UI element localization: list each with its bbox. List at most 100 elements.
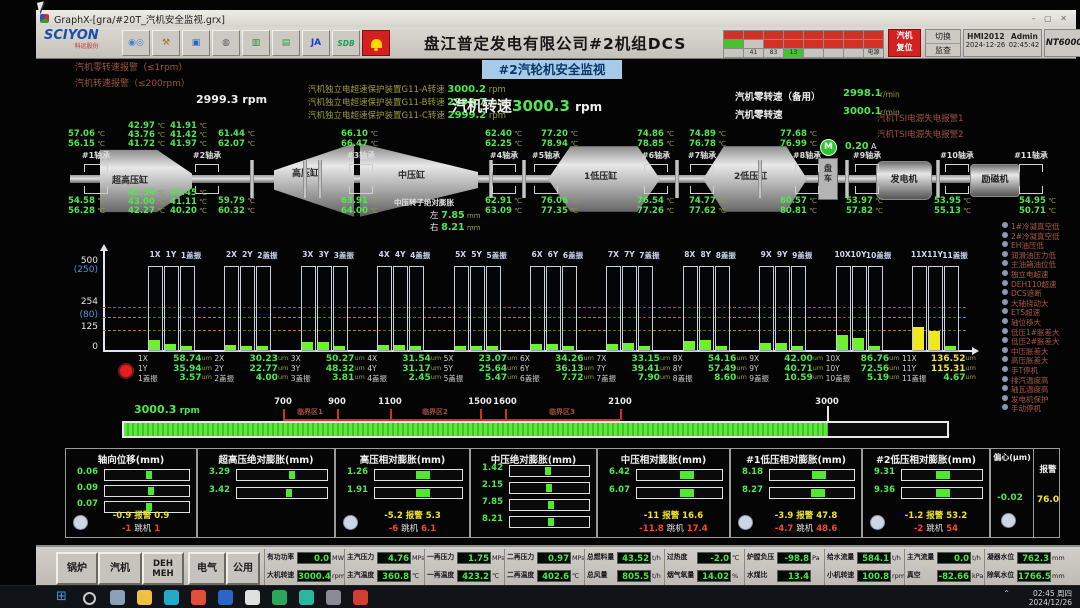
start-button[interactable]: ⊞ — [56, 590, 71, 605]
app-icon-white[interactable] — [245, 590, 260, 605]
display-icon[interactable]: ▥ — [242, 30, 270, 56]
bearing-label: #1轴承 — [79, 150, 113, 161]
footer-nav-common[interactable]: 公用 — [226, 552, 260, 585]
app-icon-gray[interactable] — [326, 590, 341, 605]
speed-tick-label: 1600 — [489, 397, 521, 407]
footer-param-bottom: 小机转速100.8rpm — [827, 568, 907, 583]
vib-value-cell: 10Y72.56 um — [826, 364, 900, 374]
vib-value-cell: 11盖振4.67 um — [902, 373, 976, 384]
panel-status-indicator — [1001, 513, 1016, 528]
tray-chevron-icon[interactable]: ⌃ — [1003, 589, 1010, 598]
vib-bar-outline — [240, 266, 255, 352]
panel-row-value: 1.26 — [340, 467, 368, 477]
panel-row-slider[interactable] — [509, 499, 590, 511]
vib-bar-outline — [148, 266, 163, 352]
vib-bar-fill — [487, 346, 498, 350]
panel-row-value: 8.21 — [475, 514, 503, 524]
vib-value-cell: 8Y57.49 um — [673, 364, 747, 374]
footer-param-top: 二再压力0.97MPa — [507, 550, 587, 565]
vib-bar-fill — [776, 343, 787, 350]
ja-logo-icon[interactable]: JA — [302, 30, 330, 56]
panel-row-slider[interactable] — [104, 485, 190, 497]
trip-alarm-bullet-icon — [1002, 280, 1008, 286]
shaft-disc — [303, 160, 307, 198]
vib-bar-fill — [639, 346, 650, 350]
footer-nav-deh-meh[interactable]: DEHMEH — [142, 552, 184, 585]
panel-row-slider[interactable] — [636, 469, 723, 481]
panel-row-slider[interactable] — [236, 487, 328, 499]
panel-trip-limits: -4.7 跳机 48.6 — [755, 522, 857, 534]
panel-row-slider[interactable] — [374, 487, 463, 499]
tsi-alarm-note-2: 汽机TSI电源失电报警2 — [877, 128, 964, 140]
app-icon-teal[interactable] — [299, 590, 314, 605]
alarm-grid-cell: 13 — [783, 48, 804, 58]
trip-alarm-bullet-icon — [1002, 337, 1008, 343]
panel-title: #2低压相对膨胀(mm) — [863, 452, 989, 466]
alarm-indicator-dot — [118, 363, 134, 379]
speed-tick-mark — [620, 409, 622, 420]
footer-nav-turbine[interactable]: 汽机 — [98, 552, 142, 585]
panel-row-slider[interactable] — [769, 487, 855, 499]
app-icon-green[interactable] — [272, 590, 287, 605]
chrome-browser-icon[interactable] — [191, 590, 206, 605]
vib-bar-fill — [607, 344, 618, 350]
monitor-button[interactable]: 监查 — [926, 44, 960, 57]
app-icon-red[interactable] — [353, 590, 368, 605]
generator-box: 发电机 — [876, 161, 932, 200]
window-controls[interactable]: – ▢ ✕ — [1032, 14, 1070, 23]
panel-row-slider[interactable] — [636, 487, 723, 499]
edge-browser-icon[interactable] — [164, 590, 179, 605]
users-icon[interactable]: ◉◎ — [122, 30, 150, 56]
alarm-grid-cell — [823, 48, 844, 58]
turbine-reset-button[interactable]: 汽机 复位 — [888, 29, 921, 57]
vib-bar-outline — [606, 266, 621, 352]
app-icon-blue[interactable] — [218, 590, 233, 605]
switch-button[interactable]: 切换 — [926, 30, 960, 44]
panel-row-slider[interactable] — [901, 487, 983, 499]
speed-tick-label: 1100 — [374, 397, 406, 407]
bearing-temp-bottom: 80.57 ℃ — [780, 196, 817, 206]
y-tick-label: (250) — [50, 265, 98, 275]
exciter-box: 励磁机 — [970, 164, 1020, 197]
panel-alarm-limits: -1.2 报警 53.2 — [887, 509, 985, 521]
panel-row-slider[interactable] — [509, 465, 590, 477]
workstation-icon[interactable]: ▣ — [182, 30, 210, 56]
taskbar-clock[interactable]: 02:45 周四 2024/12/26 — [1029, 589, 1072, 607]
panel-row-slider[interactable] — [901, 469, 983, 481]
panel-row-slider[interactable] — [509, 516, 590, 528]
vib-bar-fill — [913, 327, 924, 350]
trip-alarm-item: 手动停机 — [1011, 403, 1041, 414]
panel-title: 轴向位移(mm) — [66, 452, 196, 466]
vib-bar-fill — [700, 340, 711, 350]
panel-row-slider[interactable] — [769, 469, 855, 481]
panel-row-slider[interactable] — [509, 482, 590, 494]
vib-bar-outline — [775, 266, 790, 352]
vib-bar-outline — [562, 266, 577, 352]
footer-nav-electric[interactable]: 电气 — [188, 552, 226, 585]
slider-marker — [416, 489, 430, 497]
panel-title: 高压相对膨胀(mm) — [336, 452, 469, 466]
panel-status-indicator — [73, 515, 88, 530]
footer-nav-boiler[interactable]: 锅炉 — [56, 552, 98, 585]
operator-station-icon[interactable]: ◍ — [212, 30, 240, 56]
docs-icon[interactable]: ▤ — [272, 30, 300, 56]
main-speed-unit: rpm — [575, 100, 602, 114]
footer-param-divider — [264, 549, 265, 585]
tools-icon[interactable]: ⚒ — [152, 30, 180, 56]
vib-value-cell: 4盖振2.45 um — [367, 373, 441, 384]
folder-icon[interactable] — [137, 590, 152, 605]
panel-row-slider[interactable] — [236, 469, 328, 481]
vib-bar-fill — [716, 346, 727, 350]
vib-bar-label: 4盖振 — [403, 250, 437, 261]
panel-alarm-limits: -3.9 报警 47.8 — [755, 509, 857, 521]
slider-marker — [548, 518, 554, 526]
alarm-bell-icon[interactable] — [362, 30, 390, 56]
taskview-icon[interactable] — [110, 590, 125, 605]
search-icon[interactable] — [83, 592, 96, 605]
panel-row-slider[interactable] — [374, 469, 463, 481]
bearing-bracket-top — [492, 164, 516, 172]
vib-bar-label: 2盖振 — [250, 250, 284, 261]
sdb-logo-icon[interactable]: SDB — [332, 30, 360, 56]
panel-row-slider[interactable] — [104, 469, 190, 481]
bearing-temp-top: 56.15 ℃ — [68, 139, 105, 149]
